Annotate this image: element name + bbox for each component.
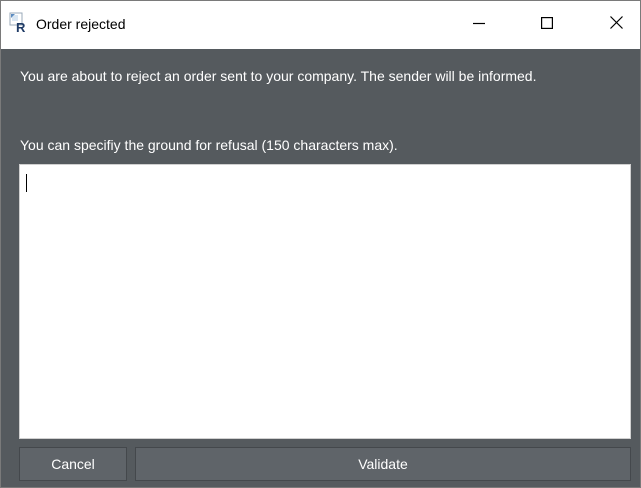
r-app-icon: R [9,12,31,35]
minimize-icon [473,16,485,34]
close-button[interactable] [593,1,639,49]
maximize-icon [541,16,554,34]
minimize-button[interactable] [456,1,502,49]
maximize-button[interactable] [524,1,570,49]
text-caret [26,174,27,192]
cancel-button[interactable]: Cancel [19,447,127,481]
refusal-prompt: You can specifiy the ground for refusal … [20,137,398,153]
dialog-body: You are about to reject an order sent to… [1,49,640,487]
validate-button[interactable]: Validate [135,447,631,481]
rejection-message: You are about to reject an order sent to… [20,68,537,84]
window-title: Order rejected [36,16,126,32]
order-rejected-dialog: R Order rejected You are about to reject… [0,0,641,488]
close-icon [609,16,623,34]
refusal-reason-field[interactable] [19,164,631,439]
svg-text:R: R [16,20,26,34]
title-bar[interactable]: R Order rejected [1,1,640,49]
